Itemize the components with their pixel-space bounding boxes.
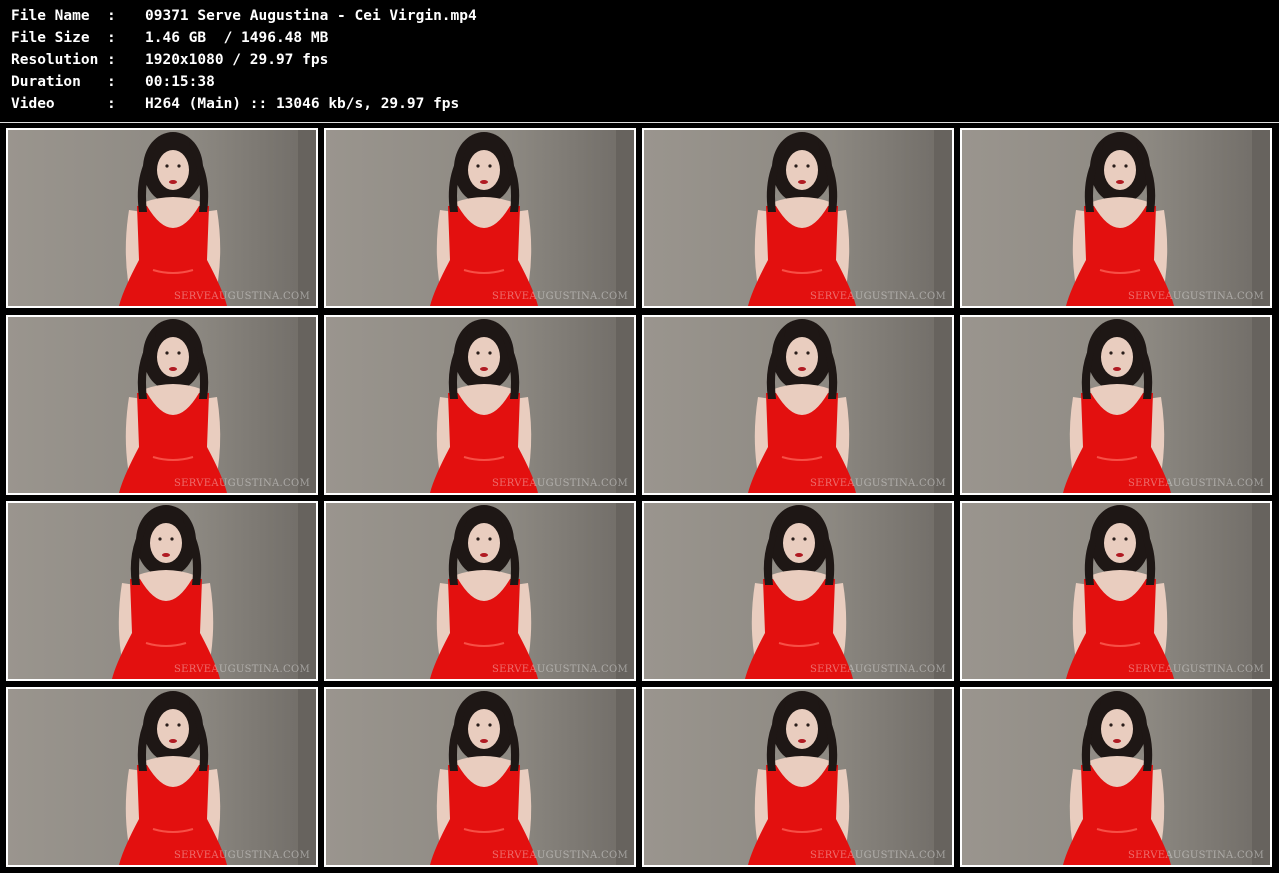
thumbnail-grid: SERVEAUGUSTINA.COM SERVEAUGUSTINA.COM SERV… (0, 122, 1279, 873)
thumbnail-frame-image (962, 317, 1270, 493)
file-name-row: File Name : 09371 Serve Augustina - Cei … (11, 5, 477, 27)
file-info-panel: File Name : 09371 Serve Augustina - Cei … (11, 5, 477, 115)
watermark-text: SERVEAUGUSTINA.COM (1127, 478, 1264, 489)
video-thumbnail-11: SERVEAUGUSTINA.COM (642, 501, 954, 681)
resolution-label: Resolution : (11, 52, 116, 68)
video-thumbnail-12: SERVEAUGUSTINA.COM (960, 501, 1272, 681)
duration-label: Duration : (11, 74, 116, 90)
file-size-value: 1.46 GB / 1496.48 MB (145, 30, 329, 46)
video-thumbnail-10: SERVEAUGUSTINA.COM (324, 501, 636, 681)
thumbnail-frame-image (8, 689, 316, 865)
file-size-row: File Size : 1.46 GB / 1496.48 MB (11, 27, 477, 49)
watermark-text: SERVEAUGUSTINA.COM (491, 291, 628, 302)
video-thumbnail-13: SERVEAUGUSTINA.COM (6, 687, 318, 867)
watermark-text: SERVEAUGUSTINA.COM (491, 664, 628, 675)
video-thumbnail-4: SERVEAUGUSTINA.COM (960, 128, 1272, 308)
thumbnail-frame-image (962, 130, 1270, 306)
resolution-value: 1920x1080 / 29.97 fps (145, 52, 329, 68)
watermark-text: SERVEAUGUSTINA.COM (173, 850, 310, 861)
thumbnail-frame-image (8, 503, 316, 679)
video-thumbnail-8: SERVEAUGUSTINA.COM (960, 315, 1272, 495)
thumbnail-frame-image (326, 130, 634, 306)
watermark-text: SERVEAUGUSTINA.COM (1127, 850, 1264, 861)
file-size-label: File Size : (11, 30, 116, 46)
thumbnail-frame-image (326, 317, 634, 493)
thumbnail-frame-image (962, 503, 1270, 679)
thumbnail-frame-image (8, 130, 316, 306)
thumbnail-frame-image (326, 503, 634, 679)
video-thumbnail-16: SERVEAUGUSTINA.COM (960, 687, 1272, 867)
video-label: Video : (11, 96, 116, 112)
thumbnail-frame-image (644, 689, 952, 865)
duration-value: 00:15:38 (145, 74, 215, 90)
watermark-text: SERVEAUGUSTINA.COM (491, 478, 628, 489)
thumbnail-frame-image (326, 689, 634, 865)
thumbnail-frame-image (8, 317, 316, 493)
watermark-text: SERVEAUGUSTINA.COM (173, 478, 310, 489)
video-thumbnail-7: SERVEAUGUSTINA.COM (642, 315, 954, 495)
watermark-text: SERVEAUGUSTINA.COM (809, 850, 946, 861)
watermark-text: SERVEAUGUSTINA.COM (173, 664, 310, 675)
video-thumbnail-14: SERVEAUGUSTINA.COM (324, 687, 636, 867)
watermark-text: SERVEAUGUSTINA.COM (1127, 291, 1264, 302)
thumbnail-frame-image (962, 689, 1270, 865)
thumbnail-frame-image (644, 130, 952, 306)
video-thumbnail-1: SERVEAUGUSTINA.COM (6, 128, 318, 308)
resolution-row: Resolution : 1920x1080 / 29.97 fps (11, 49, 477, 71)
video-thumbnail-15: SERVEAUGUSTINA.COM (642, 687, 954, 867)
watermark-text: SERVEAUGUSTINA.COM (1127, 664, 1264, 675)
video-thumbnail-2: SERVEAUGUSTINA.COM (324, 128, 636, 308)
video-row: Video : H264 (Main) :: 13046 kb/s, 29.97… (11, 93, 477, 115)
thumbnail-frame-image (644, 503, 952, 679)
watermark-text: SERVEAUGUSTINA.COM (809, 478, 946, 489)
watermark-text: SERVEAUGUSTINA.COM (491, 850, 628, 861)
watermark-text: SERVEAUGUSTINA.COM (809, 664, 946, 675)
video-thumbnail-6: SERVEAUGUSTINA.COM (324, 315, 636, 495)
duration-row: Duration : 00:15:38 (11, 71, 477, 93)
video-value: H264 (Main) :: 13046 kb/s, 29.97 fps (145, 96, 460, 112)
video-thumbnail-5: SERVEAUGUSTINA.COM (6, 315, 318, 495)
video-thumbnail-3: SERVEAUGUSTINA.COM (642, 128, 954, 308)
watermark-text: SERVEAUGUSTINA.COM (809, 291, 946, 302)
thumbnail-frame-image (644, 317, 952, 493)
file-name-value: 09371 Serve Augustina - Cei Virgin.mp4 (145, 8, 477, 24)
watermark-text: SERVEAUGUSTINA.COM (173, 291, 310, 302)
file-name-label: File Name : (11, 8, 116, 24)
video-thumbnail-9: SERVEAUGUSTINA.COM (6, 501, 318, 681)
